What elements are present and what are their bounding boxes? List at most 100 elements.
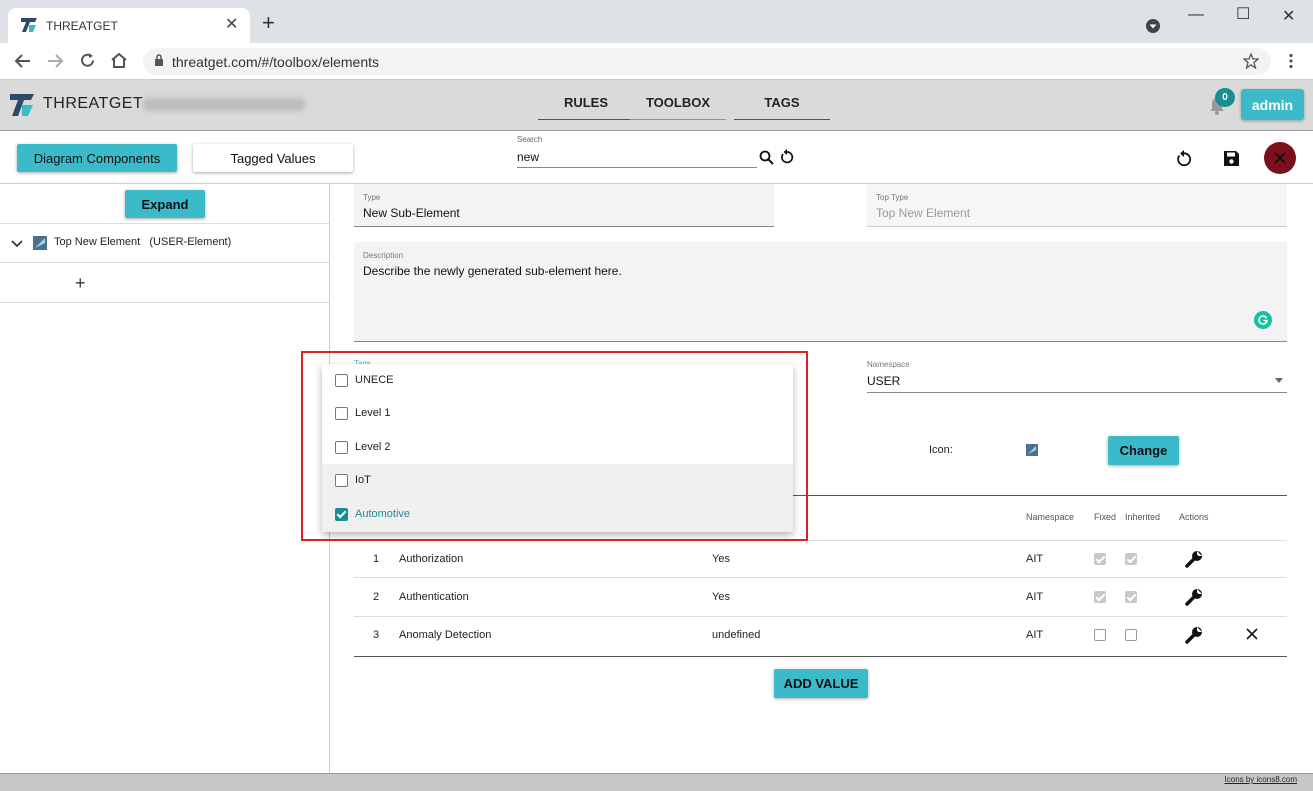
table-row: 2 Authentication Yes AIT — [354, 579, 1287, 617]
row-index: 2 — [373, 591, 380, 603]
footer: Icons by icons8.com — [0, 773, 1313, 791]
undo-icon[interactable] — [1175, 150, 1193, 168]
back-icon[interactable] — [14, 53, 32, 69]
element-icon — [33, 236, 47, 250]
reset-search-icon[interactable] — [779, 149, 795, 165]
search-icon[interactable] — [759, 150, 774, 165]
fixed-checkbox[interactable] — [1094, 553, 1106, 565]
add-element-row: + — [0, 263, 329, 303]
row-value: Yes — [712, 591, 730, 603]
search-input[interactable] — [517, 147, 757, 168]
table-row: 3 Anomaly Detection undefined AIT — [354, 617, 1287, 655]
nav-tab-toolbox[interactable]: TOOLBOX — [630, 95, 726, 120]
column-header-fixed: Fixed — [1094, 512, 1117, 522]
browser-tab-strip: THREATGET ✕ + — ☐ ✕ — [0, 0, 1313, 43]
element-icon-preview — [1026, 444, 1038, 456]
threatget-logo-icon — [21, 18, 37, 32]
wrench-icon[interactable] — [1185, 626, 1203, 644]
address-bar[interactable]: threatget.com/#/toolbox/elements — [143, 48, 1271, 75]
wrench-icon[interactable] — [1185, 550, 1203, 568]
close-icon — [1274, 152, 1286, 164]
column-header-namespace: Namespace — [1026, 512, 1075, 522]
blurred-version-text — [143, 98, 305, 111]
description-value: Describe the newly generated sub-element… — [363, 264, 622, 278]
icon-label: Icon: — [929, 444, 953, 456]
row-namespace: AIT — [1026, 591, 1044, 603]
icons8-credit-link[interactable]: Icons by icons8.com — [1225, 775, 1297, 784]
save-icon[interactable] — [1224, 151, 1239, 166]
annotation-highlight-box — [301, 351, 808, 541]
close-tab-icon[interactable]: ✕ — [225, 14, 238, 34]
close-window-icon[interactable]: ✕ — [1282, 6, 1295, 26]
column-header-inherited: Inherited — [1125, 512, 1161, 522]
row-index: 1 — [373, 553, 380, 565]
namespace-value: USER — [867, 374, 901, 388]
notification-badge: 0 — [1215, 88, 1235, 107]
app-name: THREATGET — [43, 95, 144, 112]
table-row: 1 Authorization Yes AIT — [354, 540, 1287, 578]
inherited-checkbox[interactable] — [1125, 591, 1137, 603]
description-field[interactable]: Description Describe the newly generated… — [354, 242, 1287, 342]
nav-tab-rules[interactable]: RULES — [538, 95, 634, 120]
table-divider — [354, 656, 1287, 657]
component-tree-panel: Expand Top New Element (USER-Element) + — [0, 184, 330, 773]
row-namespace: AIT — [1026, 629, 1044, 641]
type-value: New Sub-Element — [363, 206, 460, 220]
row-index: 3 — [373, 629, 380, 641]
browser-menu-icon[interactable] — [1288, 53, 1294, 69]
new-tab-button[interactable]: + — [262, 12, 275, 34]
namespace-select[interactable]: Namespace USER — [867, 350, 1287, 393]
nav-tab-tags[interactable]: TAGS — [734, 95, 830, 120]
type-label: Type — [363, 193, 381, 202]
home-icon[interactable] — [110, 52, 128, 69]
namespace-label: Namespace — [867, 360, 910, 369]
dropdown-arrow-icon[interactable] — [1275, 378, 1283, 383]
top-type-value: Top New Element — [876, 206, 971, 220]
app-logo-icon — [10, 94, 34, 116]
row-name: Authorization — [399, 553, 464, 565]
add-icon[interactable]: + — [75, 273, 86, 294]
expand-button[interactable]: Expand — [125, 190, 205, 218]
search-label: Search — [517, 135, 543, 144]
delete-row-icon[interactable] — [1246, 628, 1258, 640]
url-text: threatget.com/#/toolbox/elements — [172, 54, 380, 70]
top-type-field: Top Type Top New Element — [867, 184, 1287, 227]
bookmark-star-icon[interactable] — [1243, 53, 1259, 69]
tree-item-label: Top New Element (USER-Element) — [54, 236, 232, 248]
grammarly-icon[interactable] — [1254, 311, 1272, 329]
row-value: undefined — [712, 629, 761, 641]
change-icon-button[interactable]: Change — [1108, 436, 1179, 465]
wrench-icon[interactable] — [1185, 588, 1203, 606]
fixed-checkbox[interactable] — [1094, 591, 1106, 603]
column-header-actions: Actions — [1179, 512, 1209, 522]
add-value-button[interactable]: ADD VALUE — [774, 669, 868, 698]
maximize-icon[interactable]: ☐ — [1236, 4, 1250, 24]
inherited-checkbox[interactable] — [1125, 553, 1137, 565]
profile-dropdown-icon[interactable] — [1145, 18, 1161, 34]
inherited-checkbox[interactable] — [1125, 629, 1137, 641]
diagram-components-button[interactable]: Diagram Components — [17, 144, 177, 172]
browser-tab-title: THREATGET — [46, 19, 118, 33]
fixed-checkbox[interactable] — [1094, 629, 1106, 641]
type-field[interactable]: Type New Sub-Element — [354, 184, 774, 227]
reload-icon[interactable] — [79, 52, 96, 69]
user-menu-button[interactable]: admin — [1241, 89, 1304, 120]
app-header: THREATGET RULES TOOLBOX TAGS 0 admin — [0, 80, 1313, 131]
browser-tab[interactable]: THREATGET ✕ — [8, 8, 250, 43]
tagged-values-button[interactable]: Tagged Values — [193, 144, 353, 172]
tree-item[interactable]: Top New Element (USER-Element) — [0, 223, 329, 263]
row-name: Authentication — [399, 591, 469, 603]
row-name: Anomaly Detection — [399, 629, 492, 641]
top-type-label: Top Type — [876, 193, 909, 202]
browser-toolbar: threatget.com/#/toolbox/elements — [0, 43, 1313, 80]
description-label: Description — [363, 251, 404, 260]
close-editor-button[interactable] — [1264, 142, 1296, 174]
toolbox-toolbar: Diagram Components Tagged Values Search — [0, 132, 1313, 184]
grammarly-g-icon — [1258, 315, 1268, 325]
row-value: Yes — [712, 553, 730, 565]
forward-icon[interactable] — [46, 53, 64, 69]
minimize-icon[interactable]: — — [1188, 6, 1204, 24]
row-namespace: AIT — [1026, 553, 1044, 565]
lock-icon — [155, 54, 163, 66]
chevron-down-icon[interactable] — [11, 239, 23, 249]
